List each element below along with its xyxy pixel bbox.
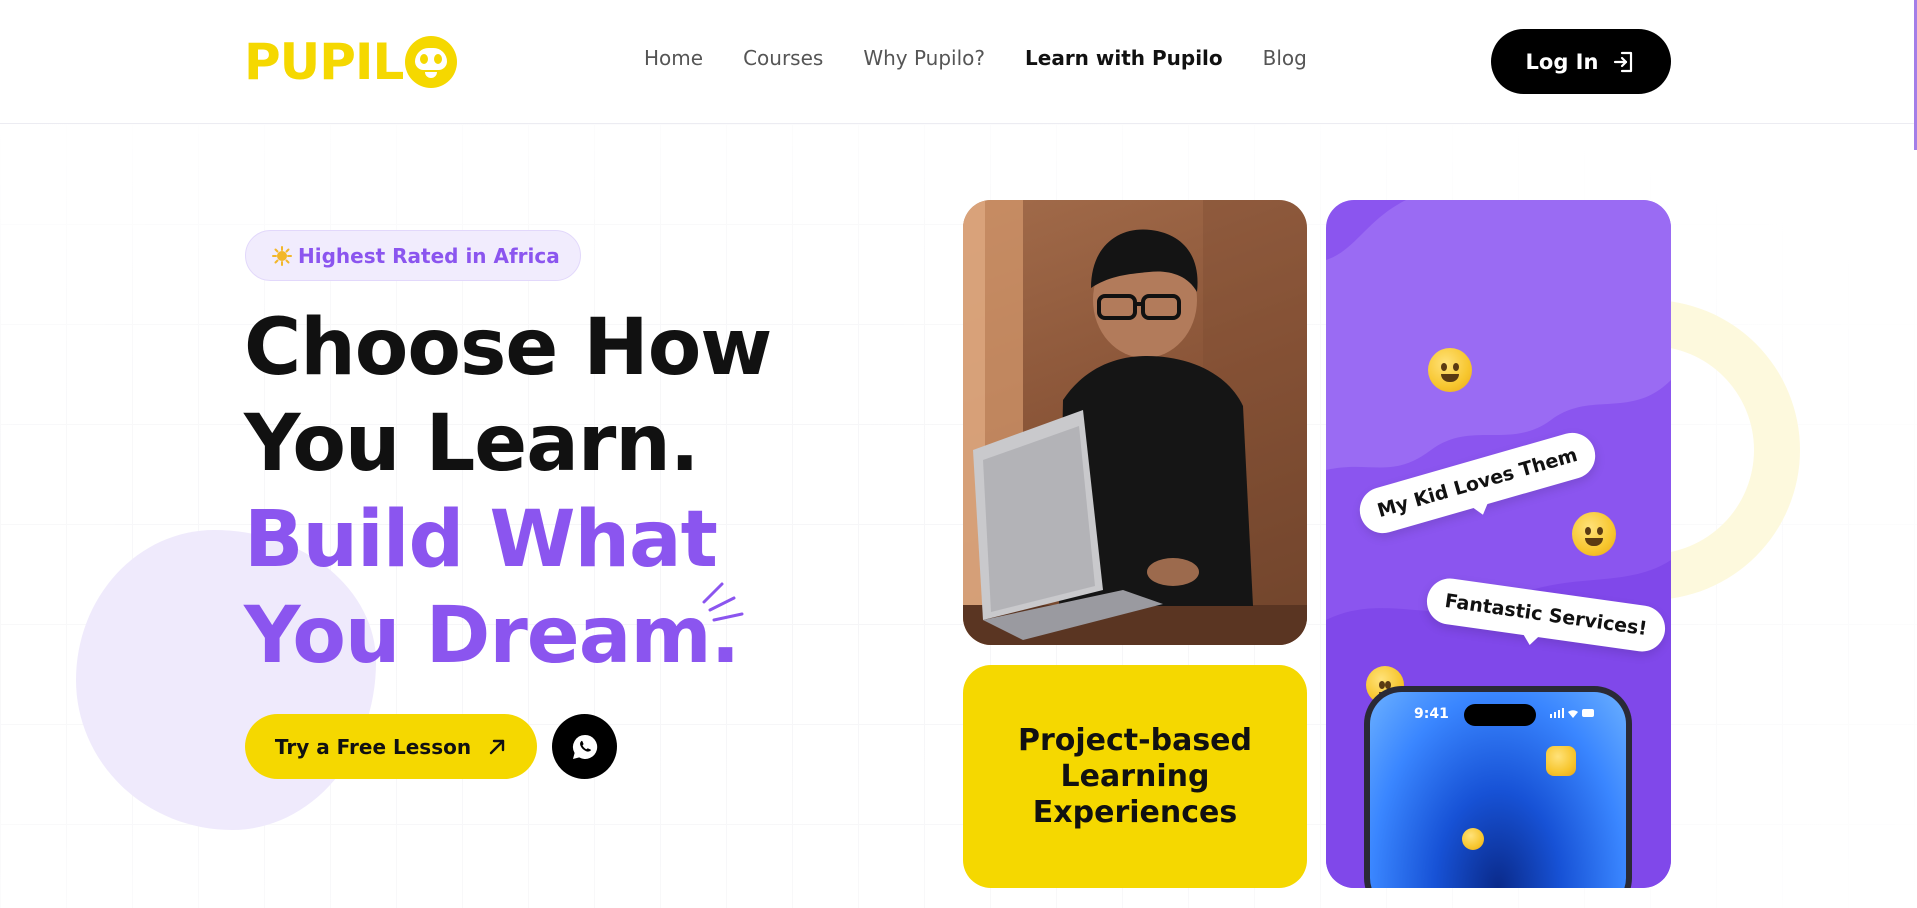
arrow-up-right-icon (489, 739, 505, 754)
site-header: PUPIL Home Courses Why Pupilo? Learn wit… (0, 0, 1917, 124)
project-based-card: Project-based Learning Experiences (963, 665, 1307, 888)
main-nav: Home Courses Why Pupilo? Learn with Pupi… (644, 46, 1347, 70)
pupilo-logo[interactable]: PUPIL (244, 33, 458, 91)
headline-line-1: Choose How (244, 303, 772, 393)
hugging-face-emoji-icon (1572, 512, 1616, 556)
cta-label: Try a Free Lesson (274, 734, 472, 759)
phone-screen: 9:41 (1370, 692, 1626, 888)
nav-why-pupilo[interactable]: Why Pupilo? (863, 46, 985, 70)
spark-lines-icon (702, 582, 744, 622)
rating-badge: Highest Rated in Africa (245, 230, 581, 281)
whatsapp-button[interactable] (552, 714, 617, 779)
project-based-text: Project-based Learning Experiences (1018, 722, 1252, 830)
student-laptop-illustration (963, 200, 1307, 645)
phone-notch (1464, 704, 1536, 726)
login-button[interactable]: Log In (1491, 29, 1671, 94)
nav-learn-with-pupilo[interactable]: Learn with Pupilo (1025, 46, 1223, 70)
hero-headline: Choose How You Learn. Build What You Dre… (244, 300, 772, 684)
login-icon (1614, 51, 1633, 72)
phone-status-icons (1550, 708, 1594, 718)
badge-text: Highest Rated in Africa (298, 243, 560, 268)
headline-line-3: Build What (244, 495, 718, 585)
thumbs-up-emoji-icon (1546, 746, 1576, 776)
sparkle-icon (272, 245, 292, 266)
student-photo (963, 200, 1307, 645)
testimonial-card: My Kid Loves Them Fantastic Services! 9:… (1326, 200, 1671, 888)
headline-line-2: You Learn. (244, 399, 699, 489)
nav-courses[interactable]: Courses (743, 46, 823, 70)
panda-logo-icon (405, 36, 458, 88)
star-struck-emoji-icon (1428, 348, 1472, 392)
whatsapp-icon (572, 734, 597, 759)
nav-blog[interactable]: Blog (1263, 46, 1307, 70)
nav-home[interactable]: Home (644, 46, 703, 70)
logo-text: PUPIL (244, 33, 404, 91)
small-emoji-icon (1462, 828, 1484, 850)
phone-time: 9:41 (1414, 706, 1449, 722)
try-free-lesson-button[interactable]: Try a Free Lesson (245, 714, 537, 779)
phone-mockup: 9:41 (1364, 686, 1632, 888)
login-label: Log In (1525, 49, 1599, 74)
headline-line-4: You Dream. (244, 591, 740, 681)
